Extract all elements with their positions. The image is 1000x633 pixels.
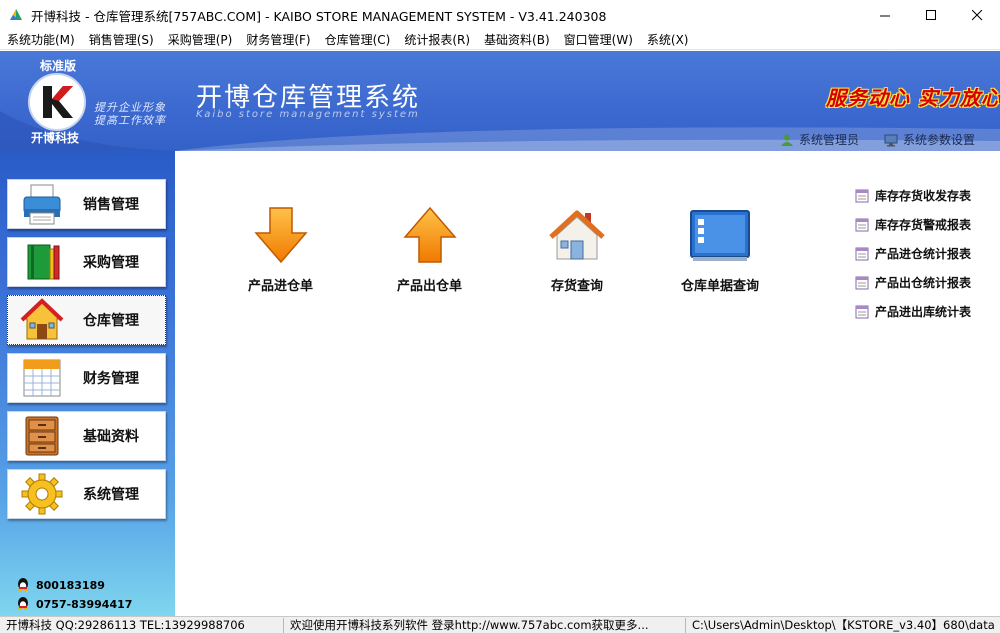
status-data-path: C:\Users\Admin\Desktop\【KSTORE_v3.40】680… <box>692 618 995 632</box>
system-settings-label: 系统参数设置 <box>902 133 975 147</box>
report-label: 库存存货收发存表 <box>875 189 972 203</box>
menu-system-functions[interactable]: 系统功能(M) <box>0 31 82 48</box>
contact-qq: 800183189 <box>16 577 105 594</box>
function-document-query[interactable]: 仓库单据查询 <box>681 203 759 294</box>
contact-phone: 0757-83994417 <box>16 596 132 613</box>
minimize-icon <box>879 15 890 16</box>
maximize-button[interactable] <box>908 0 954 30</box>
report-link-stock-summary[interactable]: 库存存货收发存表 <box>855 181 971 210</box>
sidebar-item-label: 采购管理 <box>83 255 139 271</box>
user-icon <box>780 133 794 147</box>
menu-system[interactable]: 系统(X) <box>640 31 696 48</box>
menu-window[interactable]: 窗口管理(W) <box>557 31 640 48</box>
status-welcome-message: 欢迎使用开博科技系列软件 登录http://www.757abc.com获取更多… <box>284 617 686 633</box>
function-inventory-query[interactable]: 存货查询 <box>545 203 609 294</box>
function-label: 仓库单据查询 <box>681 279 760 294</box>
system-settings-link[interactable]: 系统参数设置 <box>884 131 975 148</box>
function-label: 存货查询 <box>550 279 603 294</box>
home-icon <box>545 203 609 267</box>
contact-qq-number: 800183189 <box>36 579 105 592</box>
menu-bar: 系统功能(M) 销售管理(S) 采购管理(P) 财务管理(F) 仓库管理(C) … <box>0 30 1000 50</box>
sidebar-item-warehouse[interactable]: 仓库管理 <box>7 295 166 345</box>
menu-reports[interactable]: 统计报表(R) <box>397 31 477 48</box>
function-stock-out[interactable]: 产品出仓单 <box>397 203 462 294</box>
function-label: 产品进仓单 <box>248 279 314 294</box>
sidebar-item-label: 销售管理 <box>83 197 139 213</box>
system-subtitle: Kaibo store management system <box>196 109 420 120</box>
company-name: 开博科技 <box>31 131 80 145</box>
report-label: 产品出仓统计报表 <box>875 276 972 290</box>
close-button[interactable] <box>954 0 1000 30</box>
report-document-icon <box>855 247 869 261</box>
slogan: 提升企业形象 提高工作效率 <box>94 101 166 127</box>
monitor-icon <box>884 133 898 147</box>
edition-label: 标准版 <box>40 59 77 73</box>
sidebar-item-finance[interactable]: 财务管理 <box>7 353 166 403</box>
sidebar-item-sales[interactable]: 销售管理 <box>7 179 166 229</box>
contact-phone-number: 0757-83994417 <box>36 598 133 611</box>
cabinet-icon <box>20 414 64 458</box>
qq-penguin-icon <box>16 596 30 613</box>
books-icon <box>20 240 64 284</box>
current-user-link[interactable]: 系统管理员 <box>780 131 859 148</box>
user-strip: 系统管理员 系统参数设置 <box>175 128 1000 151</box>
report-list: 库存存货收发存表 库存存货警戒报表 产品进仓统计报表 产品出仓统计报表 产品进出… <box>855 181 971 326</box>
sidebar-item-purchase[interactable]: 采购管理 <box>7 237 166 287</box>
printer-icon <box>20 182 64 226</box>
sidebar-item-label: 仓库管理 <box>83 313 139 329</box>
qq-penguin-icon <box>16 577 30 594</box>
sidebar-item-basic-data[interactable]: 基础资料 <box>7 411 166 461</box>
menu-finance[interactable]: 财务管理(F) <box>239 31 317 48</box>
report-document-icon <box>855 305 869 319</box>
slogan-line-2: 提高工作效率 <box>94 114 166 127</box>
report-link-in-out-stats[interactable]: 产品进出库统计表 <box>855 297 971 326</box>
sidebar-item-system[interactable]: 系统管理 <box>7 469 166 519</box>
gear-icon <box>20 472 64 516</box>
report-label: 产品进出库统计表 <box>875 305 972 319</box>
close-icon <box>971 9 982 20</box>
maximize-icon <box>925 9 936 20</box>
company-logo <box>28 73 86 131</box>
report-label: 库存存货警戒报表 <box>875 218 972 232</box>
sidebar-item-label: 财务管理 <box>83 371 139 387</box>
k-logo-icon <box>43 86 73 118</box>
arrow-down-icon <box>249 203 313 267</box>
report-document-icon <box>855 218 869 232</box>
menu-basic-data[interactable]: 基础资料(B) <box>477 31 557 48</box>
status-company-info: 开博科技 QQ:29286113 TEL:13929988706 <box>0 617 284 633</box>
function-stock-in[interactable]: 产品进仓单 <box>248 203 313 294</box>
motto: 服务动心 实力放心 <box>826 86 1000 110</box>
report-link-stock-in-stats[interactable]: 产品进仓统计报表 <box>855 239 971 268</box>
window-controls <box>862 0 1000 30</box>
report-document-icon <box>855 189 869 203</box>
app-icon <box>10 9 22 20</box>
report-link-stock-out-stats[interactable]: 产品出仓统计报表 <box>855 268 971 297</box>
sidebar-item-label: 系统管理 <box>83 487 139 503</box>
current-user-label: 系统管理员 <box>798 133 859 147</box>
sidebar-item-label: 基础资料 <box>83 429 139 445</box>
title-bar: 开博科技 - 仓库管理系统[757ABC.COM] - KAIBO STORE … <box>0 0 1000 30</box>
warehouse-house-icon <box>20 298 64 342</box>
status-bar: 开博科技 QQ:29286113 TEL:13929988706 欢迎使用开博科… <box>0 616 1000 633</box>
sidebar: 销售管理 采购管理 仓库管理 财务管理 基础资料 系统管理 800183189 … <box>0 151 175 616</box>
window-title: 开博科技 - 仓库管理系统[757ABC.COM] - KAIBO STORE … <box>31 8 607 24</box>
report-label: 产品进仓统计报表 <box>875 247 972 261</box>
menu-sales[interactable]: 销售管理(S) <box>82 31 161 48</box>
slogan-line-1: 提升企业形象 <box>94 101 166 114</box>
main-panel: 产品进仓单 产品出仓单 存货查询 仓库单据查询 库存存货收发存表 库存存货警戒报… <box>175 151 1000 616</box>
menu-warehouse[interactable]: 仓库管理(C) <box>318 31 398 48</box>
report-link-stock-alert[interactable]: 库存存货警戒报表 <box>855 210 971 239</box>
menu-purchase[interactable]: 采购管理(P) <box>161 31 240 48</box>
function-label: 产品出仓单 <box>397 279 463 294</box>
app-window: 开博科技 - 仓库管理系统[757ABC.COM] - KAIBO STORE … <box>0 0 1000 633</box>
arrow-up-icon <box>398 203 462 267</box>
calendar-icon <box>20 356 64 400</box>
minimize-button[interactable] <box>862 0 908 30</box>
window-list-icon <box>688 203 752 267</box>
report-document-icon <box>855 276 869 290</box>
